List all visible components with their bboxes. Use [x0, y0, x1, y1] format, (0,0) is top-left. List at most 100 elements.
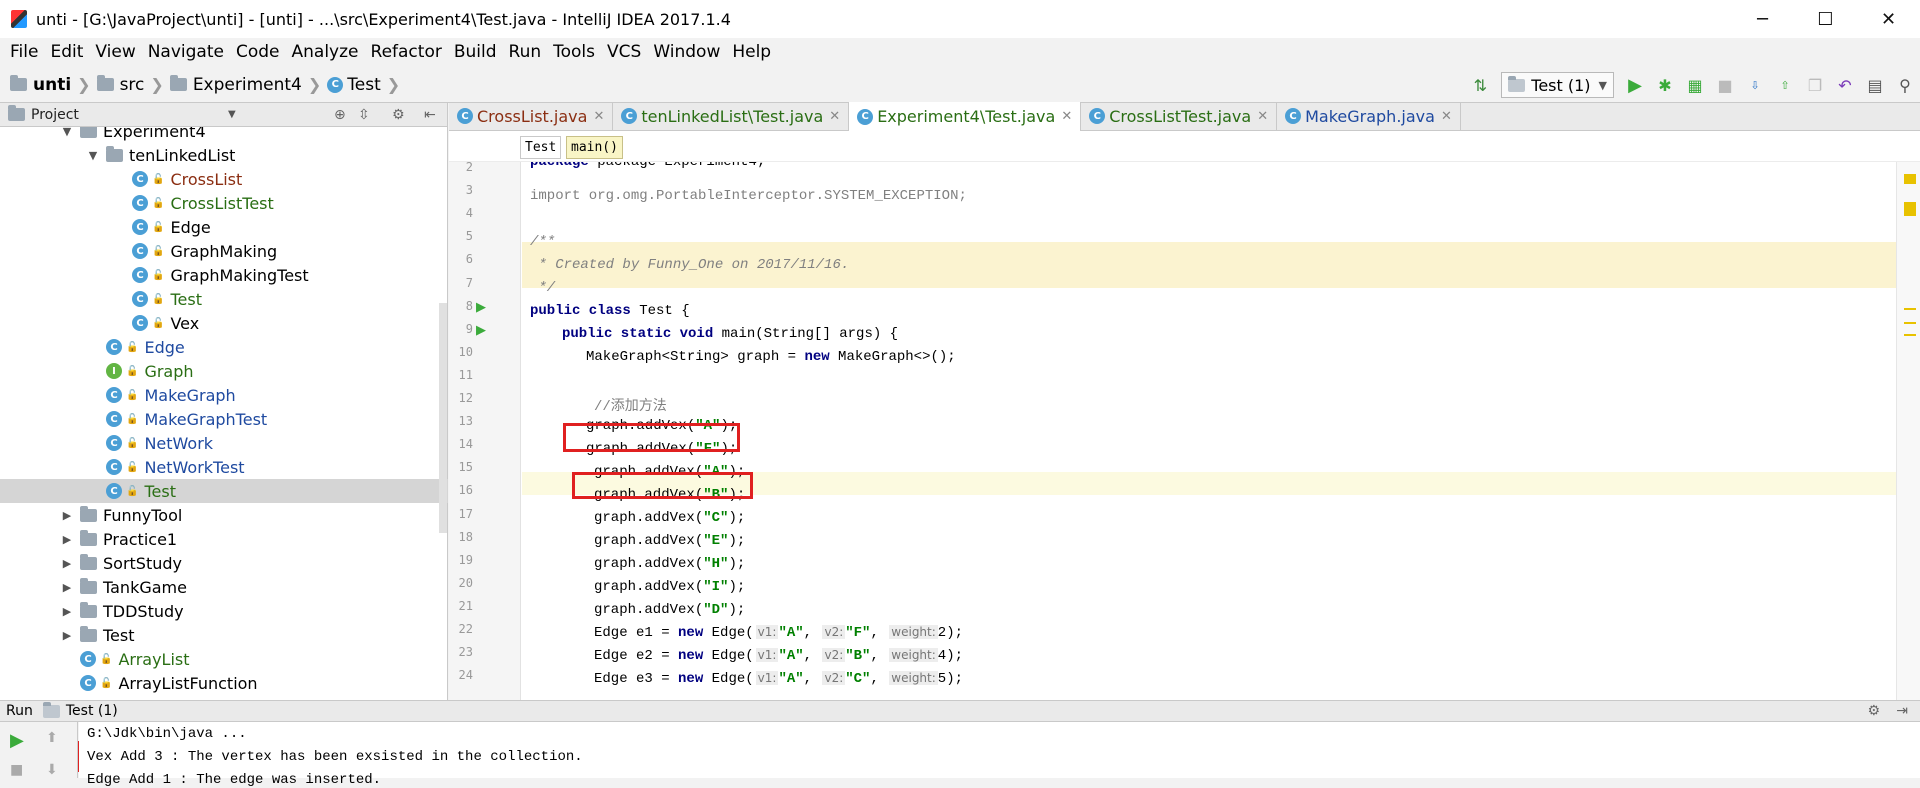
arrow-down-icon[interactable]: ⬇ [46, 762, 58, 778]
stop-icon[interactable]: ■ [1711, 71, 1739, 99]
vcs-compare-icon[interactable]: ❐ [1801, 71, 1829, 99]
search-icon[interactable]: ⚲ [1891, 71, 1919, 99]
tree-item[interactable]: C 🔓 Test [0, 479, 448, 503]
menu-file[interactable]: File [4, 38, 44, 67]
collapse-arrow-icon[interactable]: ▶ [60, 509, 74, 522]
coverage-icon[interactable]: ▦ [1681, 71, 1709, 99]
close-tab-icon[interactable]: ✕ [829, 109, 840, 124]
debug-icon[interactable]: ✱ [1651, 71, 1679, 99]
editor-tab[interactable]: C MakeGraph.java ✕ [1277, 102, 1461, 130]
project-scrollbar[interactable] [439, 303, 447, 533]
run-configuration-select[interactable]: Test (1) ▼ [1501, 72, 1614, 98]
run-gutter-icon[interactable]: ▶ [476, 323, 486, 338]
maximize-button[interactable]: ☐ [1794, 0, 1857, 38]
crumb-class[interactable]: Test [520, 136, 562, 159]
menu-edit[interactable]: Edit [44, 38, 89, 67]
tree-item[interactable]: C 🔓 Vex [0, 311, 448, 335]
tree-item[interactable]: ▶ Practice1 [0, 527, 448, 551]
editor-tab[interactable]: C CrossList.java ✕ [449, 102, 614, 130]
build-icon[interactable]: ⇅ [1466, 71, 1494, 99]
collapse-arrow-icon[interactable]: ▶ [60, 557, 74, 570]
rerun-icon[interactable]: ▶ [10, 730, 24, 751]
hide-panel-icon[interactable]: ⇥ [1896, 703, 1908, 719]
tree-item[interactable]: C 🔓 GraphMaking [0, 239, 448, 263]
console-output[interactable]: G:\Jdk\bin\java ... Vex Add 3 : The vert… [79, 722, 1920, 788]
collapse-arrow-icon[interactable]: ▶ [60, 533, 74, 546]
close-tab-icon[interactable]: ✕ [1061, 109, 1072, 124]
breadcrumb-file[interactable]: Test [347, 75, 380, 95]
warning-marker[interactable] [1904, 174, 1916, 184]
breadcrumb-project[interactable]: unti [33, 75, 71, 95]
editor-tab[interactable]: CtenLinkedList\Test.java ✕ [613, 102, 850, 130]
tree-item[interactable]: C 🔓 Edge [0, 215, 448, 239]
sync-icon[interactable]: ⊕ [334, 107, 346, 123]
expand-arrow-icon[interactable]: ▼ [60, 127, 74, 138]
tree-item[interactable]: C 🔓 CrossList [0, 167, 448, 191]
menu-view[interactable]: View [89, 38, 141, 67]
menu-navigate[interactable]: Navigate [142, 38, 230, 67]
tree-item[interactable]: C 🔓 NetWork [0, 431, 448, 455]
menu-analyze[interactable]: Analyze [286, 38, 365, 67]
vcs-commit-icon[interactable]: ⇧ [1771, 71, 1799, 99]
menu-tools[interactable]: Tools [547, 38, 601, 67]
tree-item[interactable]: C 🔓 ArrayList [0, 647, 448, 671]
menu-window[interactable]: Window [647, 38, 726, 67]
tree-item[interactable]: C 🔓 NetWorkTest [0, 455, 448, 479]
menu-build[interactable]: Build [448, 38, 503, 67]
menu-code[interactable]: Code [230, 38, 286, 67]
collapse-arrow-icon[interactable]: ▶ [60, 581, 74, 594]
close-tab-icon[interactable]: ✕ [1441, 109, 1452, 124]
project-structure-icon[interactable]: ▤ [1861, 71, 1889, 99]
gear-icon[interactable]: ⚙ [392, 107, 405, 123]
collapse-arrow-icon[interactable]: ▶ [60, 629, 74, 642]
project-panel-title[interactable]: Project [31, 107, 79, 123]
warning-marker[interactable] [1904, 322, 1916, 324]
editor-tab[interactable]: C CrossListTest.java ✕ [1081, 102, 1278, 130]
hide-panel-icon[interactable]: ⇤ [424, 107, 436, 123]
tree-item[interactable]: C 🔓 MakeGraph [0, 383, 448, 407]
gear-icon[interactable]: ⚙ [1867, 703, 1880, 719]
crumb-method[interactable]: main() [566, 136, 623, 159]
tree-item[interactable]: ▶ TankGame [0, 575, 448, 599]
close-button[interactable]: ✕ [1857, 0, 1920, 38]
warning-marker[interactable] [1904, 308, 1916, 310]
tree-item[interactable]: C 🔓 GraphMakingTest [0, 263, 448, 287]
chevron-down-icon[interactable]: ▼ [228, 109, 236, 120]
warning-marker[interactable] [1904, 334, 1916, 336]
expand-arrow-icon[interactable]: ▼ [86, 149, 100, 162]
arrow-up-icon[interactable]: ⬆ [46, 730, 58, 746]
tree-item[interactable]: C 🔓 CrossListTest [0, 191, 448, 215]
menu-run[interactable]: Run [503, 38, 548, 67]
tree-item[interactable]: I 🔓 Graph [0, 359, 448, 383]
tree-item[interactable]: C 🔓 Edge [0, 335, 448, 359]
breadcrumb-src[interactable]: src [120, 75, 145, 95]
close-tab-icon[interactable]: ✕ [1257, 109, 1268, 124]
tree-item[interactable]: ▶ FunnyTool [0, 503, 448, 527]
run-panel-label[interactable]: Run [6, 703, 33, 719]
menu-vcs[interactable]: VCS [601, 38, 647, 67]
tree-item[interactable]: ▶ Test [0, 623, 448, 647]
tree-item[interactable]: ▶ TDDStudy [0, 599, 448, 623]
menu-help[interactable]: Help [726, 38, 777, 67]
tree-item[interactable]: ▼ tenLinkedList [0, 143, 448, 167]
tree-item[interactable]: ▶ SortStudy [0, 551, 448, 575]
tree-item[interactable]: C 🔓 Test [0, 287, 448, 311]
stop-icon[interactable]: ■ [10, 762, 23, 778]
revert-icon[interactable]: ↶ [1831, 71, 1859, 99]
close-tab-icon[interactable]: ✕ [593, 109, 604, 124]
collapse-icon[interactable]: ⇳ [358, 107, 370, 123]
run-gutter-icon[interactable]: ▶ [476, 300, 486, 315]
tree-item[interactable]: C 🔓 MakeGraphTest [0, 407, 448, 431]
warning-marker[interactable] [1904, 202, 1916, 216]
vcs-update-icon[interactable]: ⇩ [1741, 71, 1769, 99]
editor-tab[interactable]: C Experiment4\Test.java ✕ [849, 102, 1082, 131]
tree-item[interactable]: ▼ Experiment4 [0, 127, 448, 143]
error-stripe[interactable] [1896, 162, 1920, 700]
breadcrumb-package[interactable]: Experiment4 [193, 75, 302, 95]
menu-refactor[interactable]: Refactor [365, 38, 448, 67]
run-tab-label[interactable]: Test (1) [66, 703, 118, 719]
collapse-arrow-icon[interactable]: ▶ [60, 605, 74, 618]
tree-item[interactable]: C 🔓 ArrayListFunction [0, 671, 448, 695]
run-icon[interactable]: ▶ [1621, 71, 1649, 99]
minimize-button[interactable]: ─ [1731, 0, 1794, 38]
